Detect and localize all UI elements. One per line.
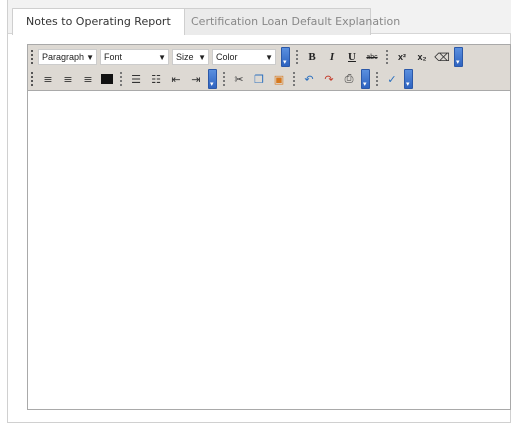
chevron-down-icon: ▼: [86, 52, 94, 62]
cut-icon[interactable]: ✂: [231, 71, 247, 87]
toolbar-grip[interactable]: [31, 50, 34, 64]
underline-button[interactable]: U: [344, 49, 360, 65]
align-justify-icon[interactable]: [101, 74, 113, 84]
italic-button[interactable]: I: [324, 49, 340, 65]
toolbar-grip[interactable]: [31, 72, 34, 86]
chevron-down-icon: ▼: [198, 52, 206, 62]
eraser-icon[interactable]: ⌫: [434, 49, 450, 65]
size-dropdown[interactable]: Size ▼: [172, 49, 209, 65]
spell-check-icon[interactable]: ✓: [384, 71, 400, 87]
tab-bar: Notes to Operating Report Certification …: [8, 0, 511, 35]
tab-notes-to-operating-report[interactable]: Notes to Operating Report: [12, 8, 185, 35]
chevron-down-icon: ▼: [158, 52, 166, 62]
indent-icon[interactable]: ⇥: [188, 71, 204, 87]
toolbar-separator: [376, 72, 378, 86]
toolbar-separator: [223, 72, 225, 86]
toolbar-separator: [120, 72, 122, 86]
editor-panel: Notes to Operating Report Certification …: [7, 0, 511, 423]
toolbar-more-button[interactable]: [404, 69, 413, 89]
numbered-list-icon[interactable]: ☷: [148, 71, 164, 87]
align-center-icon[interactable]: ≡: [60, 71, 76, 87]
editor-content-area[interactable]: [28, 91, 510, 409]
toolbar-separator: [296, 50, 298, 64]
paragraph-dropdown[interactable]: Paragraph ▼: [38, 49, 97, 65]
tab-certification-loan-default-explanation[interactable]: Certification Loan Default Explanation: [177, 8, 400, 35]
redo-icon[interactable]: ↷: [321, 71, 337, 87]
color-dropdown-label: Color: [216, 52, 238, 62]
bulleted-list-icon[interactable]: ☰: [128, 71, 144, 87]
copy-icon[interactable]: ❐: [251, 71, 267, 87]
size-dropdown-label: Size: [176, 52, 194, 62]
outdent-icon[interactable]: ⇤: [168, 71, 184, 87]
paste-icon[interactable]: ▣: [271, 71, 287, 87]
undo-icon[interactable]: ↶: [301, 71, 317, 87]
align-left-icon[interactable]: ≡: [40, 71, 56, 87]
toolbar-separator: [386, 50, 388, 64]
toolbar-row-1: Paragraph▼ Font▼ Size▼ Color▼ B I U abc …: [28, 46, 465, 68]
paragraph-dropdown-label: Paragraph: [42, 52, 85, 62]
editor-toolbar: Paragraph▼ Font▼ Size▼ Color▼ B I U abc …: [28, 45, 510, 91]
chevron-down-icon: ▼: [265, 52, 273, 62]
toolbar-row-2: ≡ ≡ ≡ ☰ ☷ ⇤ ⇥ ✂ ❐ ▣ ↶ ↷ ⎙ ✓: [28, 68, 415, 90]
bold-button[interactable]: B: [304, 49, 320, 65]
print-icon[interactable]: ⎙: [341, 71, 357, 87]
rich-text-editor: Paragraph▼ Font▼ Size▼ Color▼ B I U abc …: [27, 44, 511, 410]
strikethrough-button[interactable]: abc: [364, 49, 380, 65]
toolbar-more-button[interactable]: [454, 47, 463, 67]
toolbar-more-button[interactable]: [281, 47, 290, 67]
font-dropdown[interactable]: Font ▼: [100, 49, 169, 65]
toolbar-more-button[interactable]: [208, 69, 217, 89]
align-right-icon[interactable]: ≡: [80, 71, 96, 87]
font-dropdown-label: Font: [104, 52, 123, 62]
superscript-button[interactable]: x²: [394, 49, 410, 65]
color-dropdown[interactable]: Color ▼: [212, 49, 276, 65]
toolbar-separator: [293, 72, 295, 86]
subscript-button[interactable]: x₂: [414, 49, 430, 65]
toolbar-more-button[interactable]: [361, 69, 370, 89]
